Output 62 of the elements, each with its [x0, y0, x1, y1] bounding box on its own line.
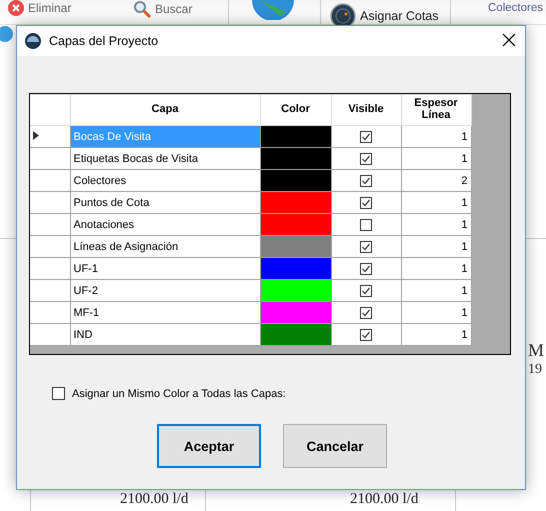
toolbar-label[interactable]: Eliminar — [28, 1, 72, 15]
color-swatch[interactable] — [260, 192, 331, 214]
flow-label: 2100.00 l/d — [350, 491, 418, 508]
color-swatch[interactable] — [260, 324, 331, 346]
column-header: Capa — [152, 103, 178, 116]
visible-checkbox[interactable] — [360, 174, 372, 186]
line-width-cell[interactable]: 1 — [401, 148, 471, 170]
layer-name-cell[interactable]: UF-2 — [70, 280, 260, 302]
visible-checkbox[interactable] — [360, 196, 372, 208]
visible-checkbox[interactable] — [360, 218, 372, 230]
map-label: 19 — [528, 362, 542, 378]
window-title: Capas del Proyecto — [49, 34, 160, 48]
visible-checkbox[interactable] — [360, 152, 372, 164]
close-button[interactable] — [501, 33, 517, 49]
visible-checkbox[interactable] — [360, 328, 372, 340]
line-width-cell[interactable]: 1 — [401, 324, 471, 346]
toolbar-label[interactable]: Colectores — [488, 2, 543, 14]
line-width-cell[interactable]: 2 — [401, 170, 471, 192]
layer-name-cell[interactable]: MF-1 — [70, 302, 260, 324]
visible-checkbox[interactable] — [360, 306, 372, 318]
line-width-cell[interactable]: 1 — [401, 258, 471, 280]
layer-name-cell[interactable]: Anotaciones — [70, 214, 260, 236]
map-label: M — [528, 340, 544, 361]
layer-name-cell[interactable]: Puntos de Cota — [70, 192, 260, 214]
line-width-cell[interactable]: 1 — [401, 214, 471, 236]
visible-checkbox[interactable] — [360, 284, 372, 296]
layer-name-cell[interactable]: UF-1 — [70, 258, 260, 280]
layer-name-cell[interactable]: Líneas de Asignación — [70, 236, 260, 258]
flow-label: 2100.00 l/d — [120, 491, 188, 508]
color-swatch[interactable] — [260, 148, 331, 170]
app-logo-icon — [25, 33, 41, 49]
column-header: Visible — [348, 103, 384, 116]
color-swatch[interactable] — [260, 258, 331, 280]
color-swatch[interactable] — [260, 214, 331, 236]
toolbar-label[interactable]: Asignar Cotas — [360, 9, 439, 23]
line-width-cell[interactable]: 1 — [401, 236, 471, 258]
checkbox-label: Asignar un Mismo Color a Todas las Capas: — [72, 388, 286, 400]
line-width-cell[interactable]: 1 — [401, 192, 471, 214]
visible-checkbox[interactable] — [360, 240, 372, 252]
color-swatch[interactable] — [260, 236, 331, 258]
accept-button[interactable]: Aceptar — [157, 424, 261, 468]
cancel-button[interactable]: Cancelar — [283, 424, 387, 468]
color-swatch[interactable] — [260, 302, 331, 324]
column-header: Color — [281, 103, 310, 116]
line-width-cell[interactable]: 1 — [401, 302, 471, 324]
color-swatch[interactable] — [260, 126, 331, 148]
layer-name-cell[interactable]: Colectores — [70, 170, 260, 192]
search-icon — [133, 0, 151, 18]
globe-icon — [250, 0, 296, 20]
line-width-cell[interactable]: 1 — [401, 280, 471, 302]
color-swatch[interactable] — [260, 280, 331, 302]
layer-name-cell[interactable]: IND — [70, 324, 260, 346]
line-width-cell[interactable]: 1 — [401, 126, 471, 148]
checkbox[interactable] — [52, 387, 65, 400]
toolbar-label[interactable]: Buscar — [155, 2, 192, 16]
visible-checkbox[interactable] — [360, 130, 372, 142]
app-icon — [0, 25, 14, 43]
visible-checkbox[interactable] — [360, 262, 372, 274]
color-swatch[interactable] — [260, 170, 331, 192]
delete-icon — [8, 0, 24, 16]
layer-name-cell[interactable]: Etiquetas Bocas de Visita — [70, 148, 260, 170]
column-header: Espesor Línea — [414, 97, 458, 121]
